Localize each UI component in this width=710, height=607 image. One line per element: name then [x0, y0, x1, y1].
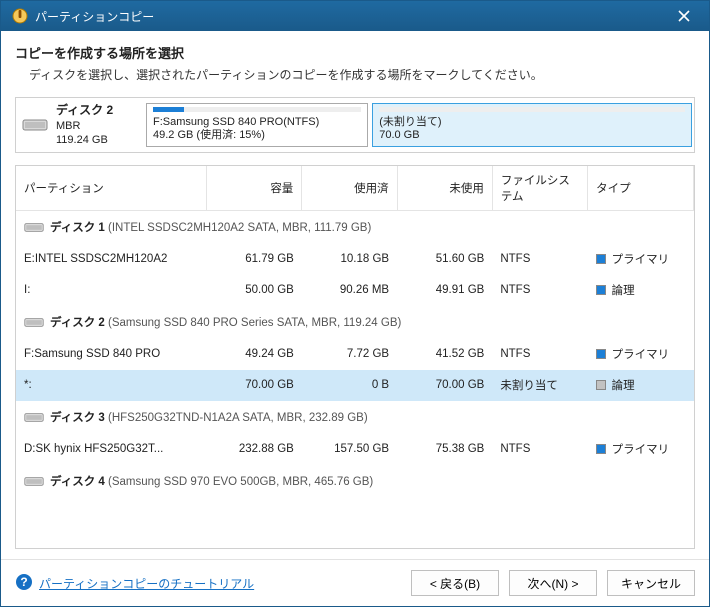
table-body: ディスク 1 (INTEL SSDSC2MH120A2 SATA, MBR, 1…	[16, 211, 694, 498]
svg-text:?: ?	[20, 575, 27, 589]
cell-type: 論理	[588, 370, 694, 401]
cell-capacity: 70.00 GB	[207, 370, 302, 401]
cell-used: 90.26 MB	[302, 275, 397, 306]
cell-free: 51.60 GB	[397, 244, 492, 275]
partition-table-wrap[interactable]: パーティション 容量 使用済 未使用 ファイルシステム タイプ ディスク 1 (…	[15, 165, 695, 549]
cell-free: 41.52 GB	[397, 339, 492, 370]
cell-used: 157.50 GB	[302, 434, 397, 465]
cancel-button[interactable]: キャンセル	[607, 570, 695, 596]
cell-free: 75.38 GB	[397, 434, 492, 465]
partition-block-label: (未割り当て)	[379, 116, 685, 130]
partition-table: パーティション 容量 使用済 未使用 ファイルシステム タイプ ディスク 1 (…	[16, 166, 694, 498]
disk-icon	[24, 316, 44, 329]
tutorial-link[interactable]: パーティションコピーのチュートリアル	[39, 575, 254, 592]
disk-group-header: ディスク 4 (Samsung SSD 970 EVO 500GB, MBR, …	[16, 465, 694, 498]
help-link-group: ? パーティションコピーのチュートリアル	[15, 573, 254, 594]
page-heading: コピーを作成する場所を選択	[15, 43, 695, 62]
cell-type: プライマリ	[588, 434, 694, 465]
cell-free: 70.00 GB	[397, 370, 492, 401]
disk-bar-partition[interactable]: F:Samsung SSD 840 PRO(NTFS)49.2 GB (使用済:…	[146, 103, 368, 147]
type-swatch-icon	[596, 254, 606, 264]
cell-type: プライマリ	[588, 339, 694, 370]
cell-capacity: 50.00 GB	[207, 275, 302, 306]
cell-capacity: 61.79 GB	[207, 244, 302, 275]
cell-capacity: 232.88 GB	[207, 434, 302, 465]
col-used[interactable]: 使用済	[302, 166, 397, 211]
disk-group-header: ディスク 1 (INTEL SSDSC2MH120A2 SATA, MBR, 1…	[16, 211, 694, 244]
cell-filesystem: NTFS	[492, 339, 587, 370]
window-title: パーティションコピー	[35, 8, 669, 25]
cell-type: プライマリ	[588, 244, 694, 275]
type-swatch-icon	[596, 349, 606, 359]
disk-icon	[22, 117, 48, 133]
footer: ? パーティションコピーのチュートリアル < 戻る(B) 次へ(N) > キャン…	[1, 559, 709, 606]
cell-used: 10.18 GB	[302, 244, 397, 275]
cell-free: 49.91 GB	[397, 275, 492, 306]
disk-group-header: ディスク 3 (HFS250G32TND-N1A2A SATA, MBR, 23…	[16, 401, 694, 434]
cell-type: 論理	[588, 275, 694, 306]
dialog-window: パーティションコピー コピーを作成する場所を選択 ディスクを選択し、選択されたパ…	[0, 0, 710, 607]
content-area: コピーを作成する場所を選択 ディスクを選択し、選択されたパーティションのコピーを…	[1, 31, 709, 559]
cell-partition: I:	[16, 275, 207, 306]
col-filesystem[interactable]: ファイルシステム	[492, 166, 587, 211]
col-free[interactable]: 未使用	[397, 166, 492, 211]
partition-row[interactable]: D:SK hynix HFS250G32T...232.88 GB157.50 …	[16, 434, 694, 465]
back-button[interactable]: < 戻る(B)	[411, 570, 499, 596]
disk-summary-panel: ディスク 2 MBR 119.24 GB F:Samsung SSD 840 P…	[15, 97, 695, 153]
close-button[interactable]	[669, 1, 699, 31]
cell-partition: E:INTEL SSDSC2MH120A2	[16, 244, 207, 275]
partition-row[interactable]: F:Samsung SSD 840 PRO49.24 GB7.72 GB41.5…	[16, 339, 694, 370]
disk-icon	[24, 475, 44, 488]
disk-icon	[24, 411, 44, 424]
app-icon	[11, 7, 29, 25]
cell-used: 7.72 GB	[302, 339, 397, 370]
type-swatch-icon	[596, 285, 606, 295]
disk-icon	[24, 221, 44, 234]
col-capacity[interactable]: 容量	[207, 166, 302, 211]
cell-filesystem: NTFS	[492, 275, 587, 306]
cell-filesystem: NTFS	[492, 434, 587, 465]
disk-summary-size: 119.24 GB	[56, 133, 113, 147]
cell-filesystem: NTFS	[492, 244, 587, 275]
cell-filesystem: 未割り当て	[492, 370, 587, 401]
partition-block-label: F:Samsung SSD 840 PRO(NTFS)	[153, 116, 361, 130]
help-icon: ?	[15, 573, 33, 594]
col-type[interactable]: タイプ	[588, 166, 694, 211]
partition-block-sublabel: 49.2 GB (使用済: 15%)	[153, 129, 361, 143]
type-swatch-icon	[596, 444, 606, 454]
next-button[interactable]: 次へ(N) >	[509, 570, 597, 596]
cell-used: 0 B	[302, 370, 397, 401]
disk-layout-bar: F:Samsung SSD 840 PRO(NTFS)49.2 GB (使用済:…	[146, 98, 694, 152]
disk-bar-partition[interactable]: (未割り当て)70.0 GB	[372, 103, 692, 147]
type-swatch-icon	[596, 380, 606, 390]
cell-partition: D:SK hynix HFS250G32T...	[16, 434, 207, 465]
page-subheading: ディスクを選択し、選択されたパーティションのコピーを作成する場所をマークしてくだ…	[29, 66, 695, 83]
cell-partition: F:Samsung SSD 840 PRO	[16, 339, 207, 370]
disk-meta: ディスク 2 MBR 119.24 GB	[16, 98, 146, 152]
cell-capacity: 49.24 GB	[207, 339, 302, 370]
titlebar: パーティションコピー	[1, 1, 709, 31]
col-partition[interactable]: パーティション	[16, 166, 207, 211]
disk-summary-name: ディスク 2	[56, 103, 113, 119]
partition-row[interactable]: E:INTEL SSDSC2MH120A261.79 GB10.18 GB51.…	[16, 244, 694, 275]
disk-summary-scheme: MBR	[56, 119, 113, 133]
partition-row[interactable]: *:70.00 GB0 B70.00 GB未割り当て論理	[16, 370, 694, 401]
cell-partition: *:	[16, 370, 207, 401]
disk-meta-text: ディスク 2 MBR 119.24 GB	[56, 103, 113, 147]
disk-group-header: ディスク 2 (Samsung SSD 840 PRO Series SATA,…	[16, 306, 694, 339]
table-header-row: パーティション 容量 使用済 未使用 ファイルシステム タイプ	[16, 166, 694, 211]
partition-block-sublabel: 70.0 GB	[379, 129, 685, 143]
partition-row[interactable]: I:50.00 GB90.26 MB49.91 GBNTFS論理	[16, 275, 694, 306]
